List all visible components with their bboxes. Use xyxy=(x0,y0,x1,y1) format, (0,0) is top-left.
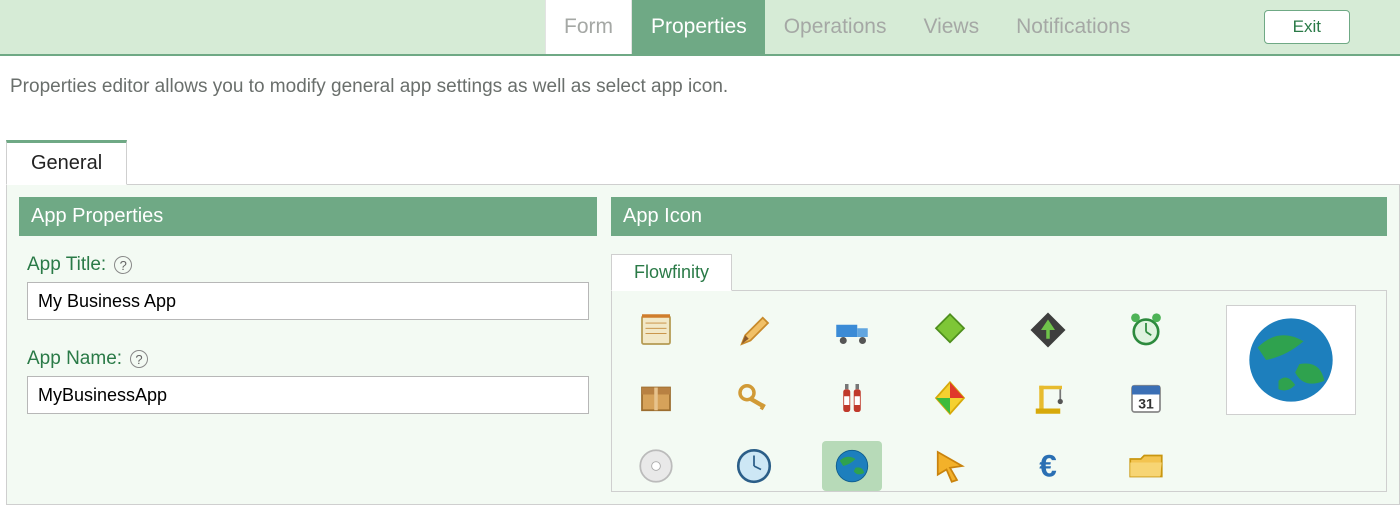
top-navtabs: Form Properties Operations Views Notific… xyxy=(545,0,1149,54)
section-header-app-icon: App Icon xyxy=(611,197,1387,236)
tab-operations[interactable]: Operations xyxy=(765,0,905,54)
icon-subtab-row: Flowfinity xyxy=(611,254,1387,290)
alarm-clock-icon[interactable] xyxy=(1116,305,1176,355)
tab-views[interactable]: Views xyxy=(904,0,997,54)
selected-icon-preview xyxy=(1226,305,1356,415)
truck-icon[interactable] xyxy=(822,305,882,355)
svg-text:€: € xyxy=(1039,448,1057,484)
tab-notifications[interactable]: Notifications xyxy=(997,0,1148,54)
clock-icon[interactable] xyxy=(724,441,784,491)
col-app-properties: App Properties App Title: ? App Name: ? xyxy=(19,197,597,492)
subtab-general[interactable]: General xyxy=(6,140,127,185)
cursor-arrow-icon[interactable] xyxy=(920,441,980,491)
calendar-31-icon[interactable]: 31 xyxy=(1116,373,1176,423)
exit-wrap: Exit xyxy=(1264,0,1400,54)
icon-picker-box: 31 € xyxy=(611,290,1387,492)
tab-properties[interactable]: Properties xyxy=(632,0,765,54)
up-arrow-diamond-icon[interactable] xyxy=(1018,305,1078,355)
help-icon[interactable]: ? xyxy=(130,350,148,368)
app-name-input[interactable] xyxy=(27,376,589,414)
section-header-app-properties: App Properties xyxy=(19,197,597,236)
app-name-label-row: App Name: ? xyxy=(27,348,589,370)
keys-icon[interactable] xyxy=(724,373,784,423)
help-icon[interactable]: ? xyxy=(114,256,132,274)
package-icon[interactable] xyxy=(626,373,686,423)
content-region: General App Properties App Title: ? App … xyxy=(0,106,1400,505)
top-navbar: Form Properties Operations Views Notific… xyxy=(0,0,1400,56)
app-title-label-row: App Title: ? xyxy=(27,254,589,276)
col-app-icon: App Icon Flowfinity xyxy=(611,197,1387,492)
icon-subtab-flowfinity[interactable]: Flowfinity xyxy=(611,254,732,291)
app-title-label: App Title: xyxy=(27,254,106,276)
app-properties-body: App Title: ? App Name: ? xyxy=(19,236,597,442)
content-subtabs: General xyxy=(6,140,1400,184)
tab-form[interactable]: Form xyxy=(545,0,632,54)
notepad-icon[interactable] xyxy=(626,305,686,355)
crane-icon[interactable] xyxy=(1018,373,1078,423)
svg-text:31: 31 xyxy=(1138,396,1154,412)
highlighter-icon[interactable] xyxy=(920,305,980,355)
kite-icon[interactable] xyxy=(920,373,980,423)
cd-icon[interactable] xyxy=(626,441,686,491)
globe-icon[interactable] xyxy=(822,441,882,491)
exit-button[interactable]: Exit xyxy=(1264,10,1350,44)
page-description: Properties editor allows you to modify g… xyxy=(0,56,1400,106)
pencil-icon[interactable] xyxy=(724,305,784,355)
folder-icon[interactable] xyxy=(1116,441,1176,491)
euro-icon[interactable]: € xyxy=(1018,441,1078,491)
app-name-label: App Name: xyxy=(27,348,122,370)
ketchup-icon[interactable] xyxy=(822,373,882,423)
icon-grid: 31 € xyxy=(626,305,1186,491)
panel: App Properties App Title: ? App Name: ? … xyxy=(6,184,1400,505)
app-title-input[interactable] xyxy=(27,282,589,320)
